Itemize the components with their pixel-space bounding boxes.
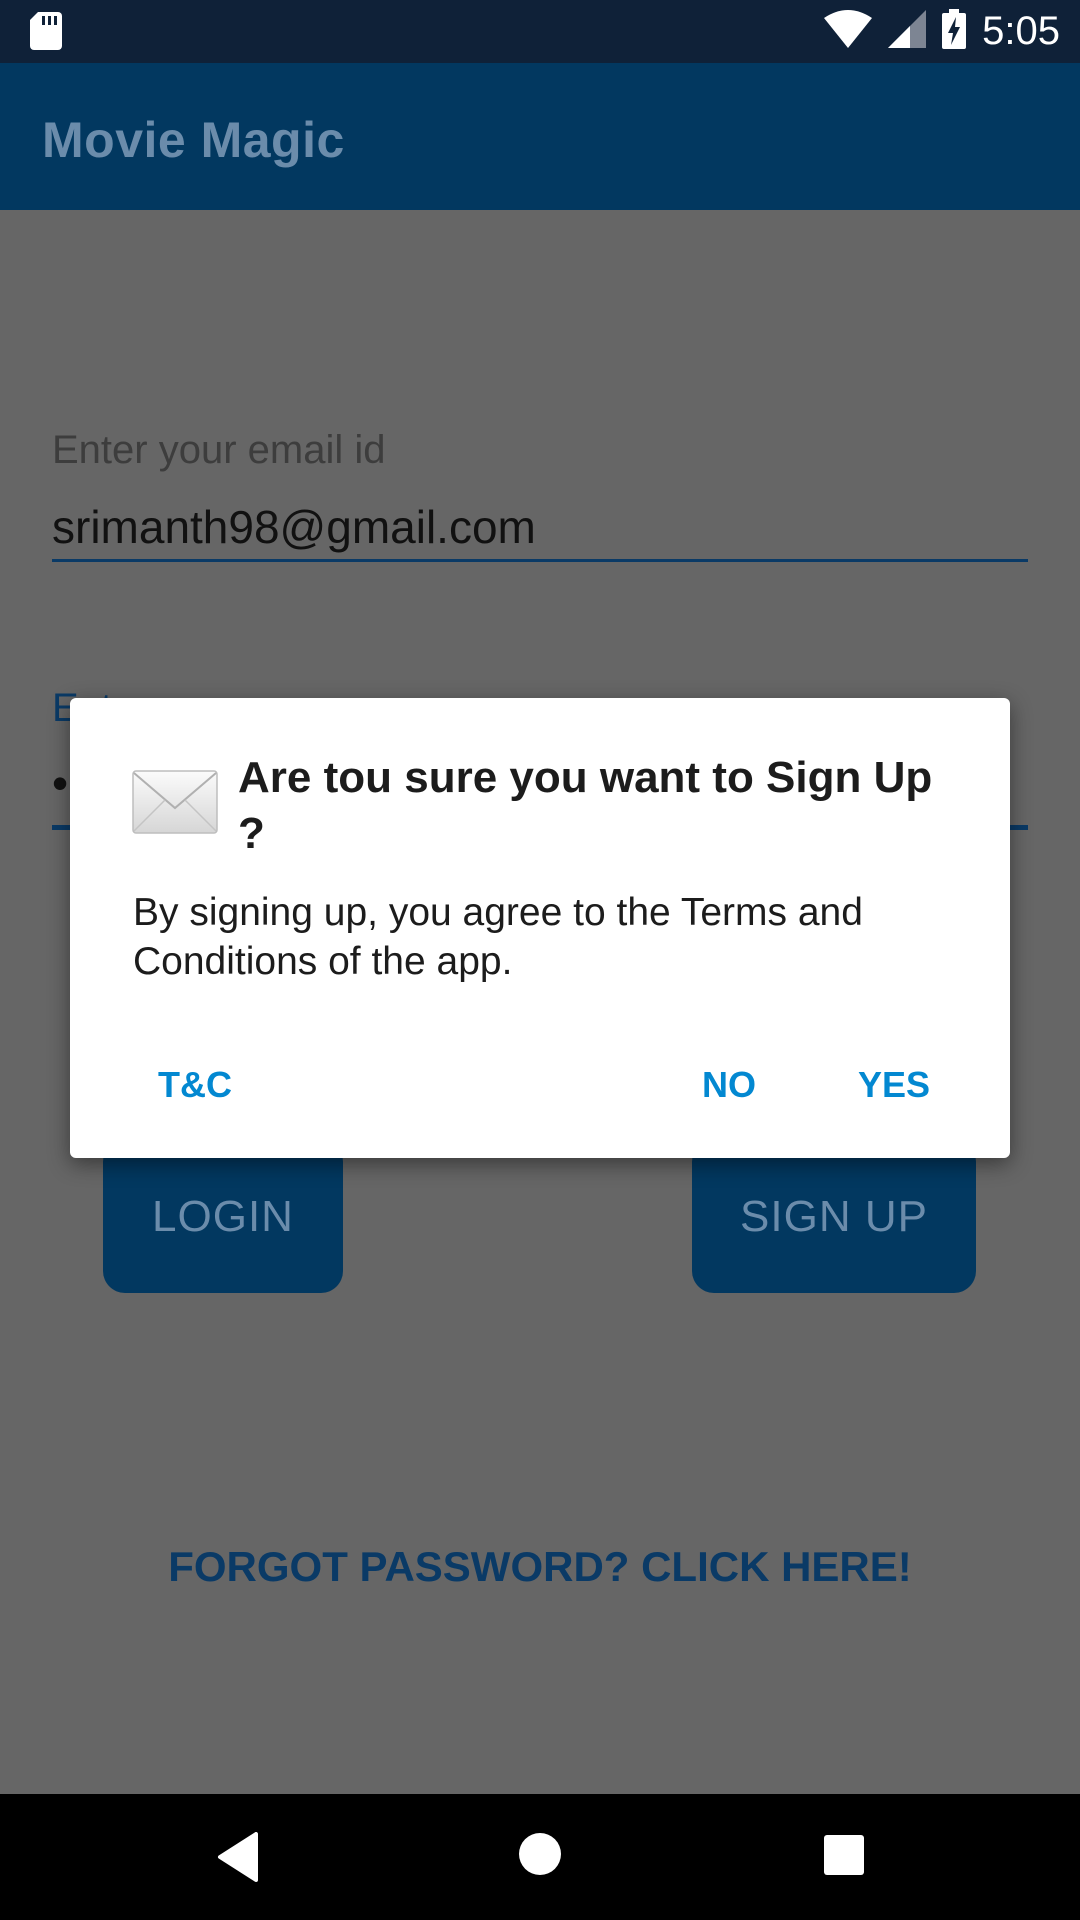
email-field-underline (52, 559, 1028, 562)
status-bar: 5:05 (0, 0, 1080, 63)
status-time: 5:05 (982, 9, 1060, 53)
app-title: Movie Magic (42, 112, 345, 168)
battery-charging-icon (942, 9, 967, 54)
envelope-icon (132, 770, 218, 839)
email-field-label: Enter your email id (52, 428, 386, 472)
navigation-bar (0, 1794, 1080, 1920)
password-field[interactable]: • (52, 756, 68, 810)
signup-confirm-dialog: Are tou sure you want to Sign Up ? By si… (70, 698, 1010, 1158)
recents-icon[interactable] (823, 1834, 865, 1881)
email-field[interactable]: srimanth98@gmail.com (52, 500, 536, 554)
yes-button[interactable]: YES (848, 1060, 940, 1110)
dialog-message: By signing up, you agree to the Terms an… (133, 891, 863, 983)
back-icon[interactable] (216, 1832, 258, 1887)
app-bar: Movie Magic (0, 63, 1080, 210)
sd-card-icon (30, 12, 62, 55)
wifi-icon (824, 10, 873, 53)
home-icon[interactable] (518, 1832, 562, 1881)
forgot-password-link[interactable]: FORGOT PASSWORD? CLICK HERE! (0, 1543, 1080, 1591)
login-button[interactable]: LOGIN (103, 1140, 343, 1293)
signal-icon (888, 10, 927, 53)
no-button[interactable]: NO (692, 1060, 766, 1110)
status-icons: 5:05 (824, 0, 1060, 63)
dialog-title: Are tou sure you want to Sign Up ? (238, 753, 933, 858)
signup-button[interactable]: SIGN UP (692, 1140, 976, 1293)
terms-button[interactable]: T&C (148, 1060, 242, 1110)
